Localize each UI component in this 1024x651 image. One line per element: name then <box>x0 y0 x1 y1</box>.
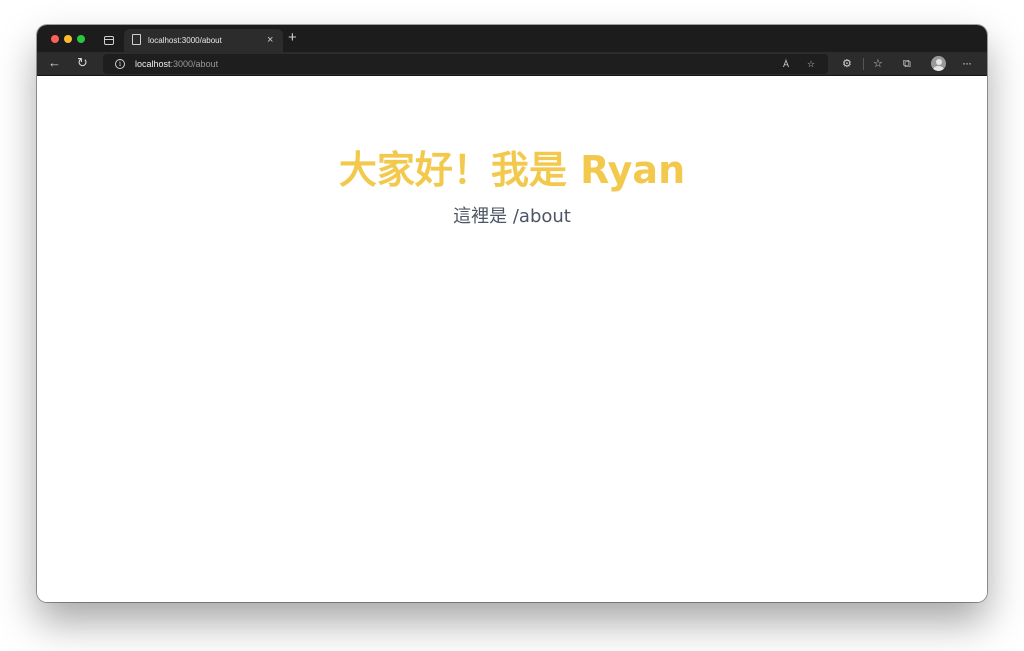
refresh-icon[interactable]: ↻ <box>77 55 88 71</box>
zoom-window-button[interactable] <box>77 35 85 43</box>
url-path: :3000/about <box>170 59 219 69</box>
info-icon[interactable]: i <box>115 59 125 69</box>
page-heading: 大家好！我是 Ryan <box>338 148 686 192</box>
new-tab-button[interactable]: + <box>288 30 297 46</box>
tab-title: localhost:3000/about <box>148 36 222 45</box>
page-icon <box>132 34 141 45</box>
add-favorite-icon[interactable]: ☆ <box>807 58 815 70</box>
back-icon[interactable]: ← <box>48 55 61 71</box>
tab-strip: localhost:3000/about × + <box>37 25 987 52</box>
page-content: 大家好！我是 Ryan 這裡是 /about <box>37 77 987 602</box>
address-bar[interactable]: i localhost:3000/about A͑ ☆ <box>103 54 828 74</box>
toolbar-divider <box>863 58 864 70</box>
tab-close-button[interactable]: × <box>267 33 273 47</box>
favorites-icon[interactable]: ☆ <box>873 57 883 71</box>
url-text[interactable]: localhost:3000/about <box>135 59 218 69</box>
tab-active[interactable]: localhost:3000/about × <box>124 29 283 52</box>
read-aloud-icon[interactable]: A͑ <box>783 58 789 70</box>
close-window-button[interactable] <box>51 35 59 43</box>
profile-avatar[interactable] <box>931 56 946 71</box>
toolbar: ← ↻ i localhost:3000/about A͑ ☆ ⚙ ☆ ⧉ ··… <box>37 52 987 76</box>
url-host: localhost <box>135 59 171 69</box>
collections-icon[interactable]: ⧉ <box>903 57 911 71</box>
more-icon[interactable]: ··· <box>962 56 972 70</box>
minimize-window-button[interactable] <box>64 35 72 43</box>
page-subtitle: 這裡是 /about <box>453 206 571 227</box>
browser-window: localhost:3000/about × + ← ↻ i localhost… <box>37 25 987 602</box>
tab-actions-icon[interactable] <box>104 36 114 45</box>
extensions-icon[interactable]: ⚙ <box>842 57 852 71</box>
